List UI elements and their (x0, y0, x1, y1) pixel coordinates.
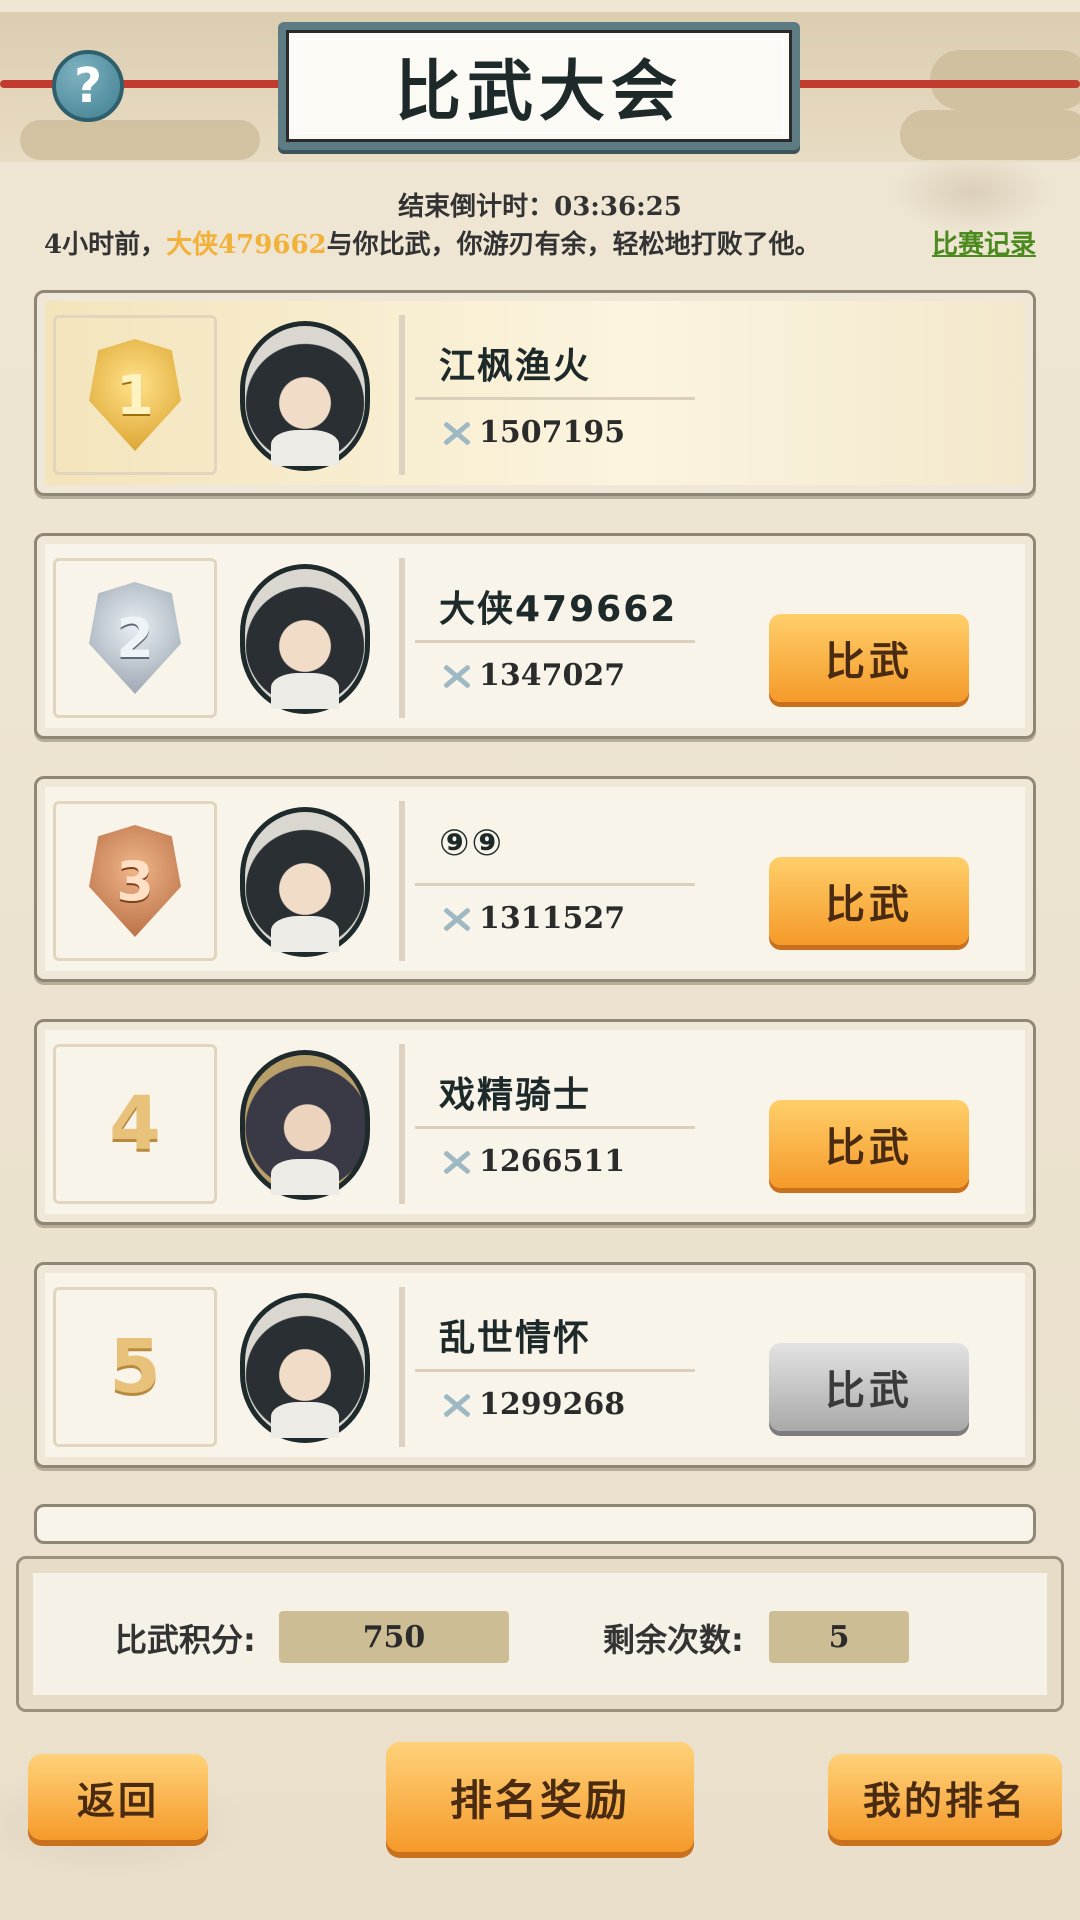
page-title: 比武大会 (286, 30, 792, 142)
message-prefix: 4小时前， (44, 230, 167, 260)
divider (415, 1126, 695, 1129)
rank-number: 5 (109, 1324, 161, 1410)
silver-medal-icon: 2 (89, 582, 181, 694)
power-stat: 1507195 (439, 415, 625, 450)
crossed-swords-icon (439, 1147, 473, 1177)
player-name: 大侠479662 (439, 589, 678, 630)
rank-card: 5 乱世情怀 1299268 比武 (34, 1262, 1036, 1468)
rank-card: 2 大侠479662 1347027 比武 (34, 533, 1036, 739)
crossed-swords-icon (439, 418, 473, 448)
rank-badge: 5 (53, 1287, 217, 1447)
power-value: 1266511 (479, 1144, 626, 1179)
crossed-swords-icon (439, 904, 473, 934)
crossed-swords-icon (439, 661, 473, 691)
red-rope-left (0, 80, 290, 88)
rank-badge: 1 (53, 315, 217, 475)
battle-message: 4小时前，大侠479662与你比武，你游刃有余，轻松地打败了他。 (44, 224, 1044, 261)
gold-medal-icon: 1 (89, 339, 181, 451)
avatar[interactable] (240, 1293, 370, 1443)
points-label: 比武积分: (115, 1621, 256, 1659)
countdown: 结束倒计时：03:36:25 (0, 186, 1080, 223)
crossed-swords-icon (439, 1390, 473, 1420)
challenge-button[interactable]: 比武 (769, 857, 969, 945)
header: ? 比武大会 (0, 0, 1080, 180)
my-rank-button[interactable]: 我的排名 (828, 1754, 1062, 1840)
rank-card: 1 江枫渔火 1507195 (34, 290, 1036, 496)
rank-badge: 4 (53, 1044, 217, 1204)
rank-number: 4 (109, 1081, 161, 1167)
rank-badge: 3 (53, 801, 217, 961)
player-info: 江枫渔火 1507195 (399, 315, 1011, 475)
rank-card-partial (34, 1504, 1036, 1544)
divider (415, 883, 695, 886)
rank-badge: 2 (53, 558, 217, 718)
rank-card: 4 戏精骑士 1266511 比武 (34, 1019, 1036, 1225)
rank-rewards-button[interactable]: 排名奖励 (386, 1742, 694, 1852)
red-rope-right (790, 80, 1080, 88)
player-info: ⑨⑨ 1311527 比武 (399, 801, 1011, 961)
divider (415, 640, 695, 643)
power-value: 1299268 (479, 1387, 626, 1422)
stats-panel: 比武积分: 750 剩余次数: 5 (16, 1556, 1064, 1712)
countdown-label: 结束倒计时： (398, 192, 555, 222)
power-value: 1347027 (479, 658, 626, 693)
challenge-button[interactable]: 比武 (769, 1100, 969, 1188)
power-value: 1311527 (479, 901, 626, 936)
remaining-value: 5 (769, 1611, 909, 1663)
player-name: ⑨⑨ (439, 823, 504, 864)
divider (415, 397, 695, 400)
divider (415, 1369, 695, 1372)
player-info: 乱世情怀 1299268 比武 (399, 1287, 1011, 1447)
rank-card: 3 ⑨⑨ 1311527 比武 (34, 776, 1036, 982)
cloud-decoration (900, 110, 1080, 160)
title-plate: 比武大会 (278, 22, 800, 150)
avatar[interactable] (240, 807, 370, 957)
challenge-button-disabled[interactable]: 比武 (769, 1343, 969, 1431)
player-name: 戏精骑士 (439, 1075, 592, 1116)
cloud-decoration (20, 120, 260, 160)
power-stat: 1266511 (439, 1144, 625, 1179)
help-button[interactable]: ? (52, 50, 124, 122)
player-name: 江枫渔火 (439, 346, 592, 387)
match-record-link[interactable]: 比赛记录 (932, 224, 1036, 261)
player-name: 乱世情怀 (439, 1318, 592, 1359)
power-stat: 1347027 (439, 658, 625, 693)
back-button[interactable]: 返回 (28, 1754, 208, 1840)
power-stat: 1299268 (439, 1387, 625, 1422)
message-opponent: 大侠479662 (166, 230, 327, 260)
challenge-button[interactable]: 比武 (769, 614, 969, 702)
player-info: 大侠479662 1347027 比武 (399, 558, 1011, 718)
points-value: 750 (279, 1611, 509, 1663)
power-stat: 1311527 (439, 901, 625, 936)
remaining-label: 剩余次数: (603, 1621, 744, 1659)
avatar[interactable] (240, 564, 370, 714)
question-icon: ? (74, 58, 102, 114)
bronze-medal-icon: 3 (89, 825, 181, 937)
player-info: 戏精骑士 1266511 比武 (399, 1044, 1011, 1204)
message-suffix: 与你比武，你游刃有余，轻松地打败了他。 (326, 230, 821, 260)
avatar[interactable] (240, 321, 370, 471)
countdown-value: 03:36:25 (554, 192, 682, 222)
avatar[interactable] (240, 1050, 370, 1200)
power-value: 1507195 (479, 415, 626, 450)
